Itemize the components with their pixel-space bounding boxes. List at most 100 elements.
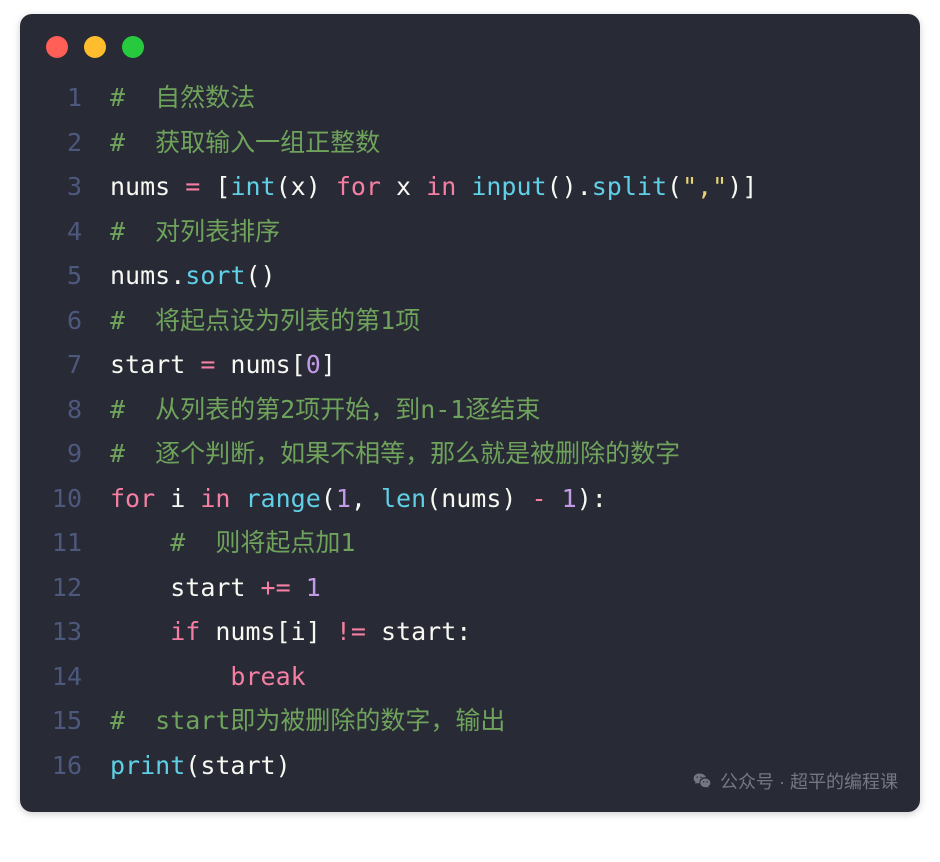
window-close-dot[interactable] bbox=[46, 36, 68, 58]
code-token: for bbox=[110, 484, 155, 513]
code-token: nums bbox=[215, 350, 290, 379]
line-number: 10 bbox=[30, 477, 110, 522]
code-line: 2# 获取输入一组正整数 bbox=[30, 121, 902, 166]
code-token: = bbox=[185, 172, 200, 201]
code-content: for i in range(1, len(nums) - 1): bbox=[110, 477, 607, 522]
line-number: 8 bbox=[30, 388, 110, 433]
code-token: # 对列表排序 bbox=[110, 217, 280, 246]
code-token: ): bbox=[577, 484, 607, 513]
code-content: nums = [int(x) for x in input().split(",… bbox=[110, 165, 757, 210]
code-line: 10for i in range(1, len(nums) - 1): bbox=[30, 477, 902, 522]
code-token: . bbox=[170, 261, 185, 290]
code-token bbox=[547, 484, 562, 513]
code-token bbox=[291, 573, 306, 602]
code-token: 0 bbox=[306, 350, 321, 379]
line-number: 12 bbox=[30, 566, 110, 611]
window-titlebar bbox=[20, 14, 920, 68]
code-token: nums bbox=[200, 617, 275, 646]
code-line: 5nums.sort() bbox=[30, 254, 902, 299]
line-number: 9 bbox=[30, 432, 110, 477]
code-token: x bbox=[381, 172, 426, 201]
code-line: 15# start即为被删除的数字，输出 bbox=[30, 699, 902, 744]
code-content: if nums[i] != start: bbox=[110, 610, 471, 655]
code-token: ( bbox=[667, 172, 682, 201]
line-number: 3 bbox=[30, 165, 110, 210]
code-token: [ bbox=[291, 350, 306, 379]
code-token: if bbox=[170, 617, 200, 646]
code-token: ] bbox=[321, 350, 336, 379]
code-token: nums bbox=[110, 172, 185, 201]
code-token: = bbox=[200, 350, 215, 379]
code-line: 1# 自然数法 bbox=[30, 76, 902, 121]
code-area: 1# 自然数法2# 获取输入一组正整数3nums = [int(x) for x… bbox=[20, 68, 920, 788]
code-token: : bbox=[456, 617, 471, 646]
line-number: 4 bbox=[30, 210, 110, 255]
line-number: 16 bbox=[30, 744, 110, 789]
code-token: ( bbox=[321, 484, 336, 513]
code-content: print(start) bbox=[110, 744, 291, 789]
code-content: start += 1 bbox=[110, 566, 321, 611]
code-token: start bbox=[366, 617, 456, 646]
code-content: start = nums[0] bbox=[110, 343, 336, 388]
code-token bbox=[110, 528, 170, 557]
code-token: for bbox=[336, 172, 381, 201]
code-token: != bbox=[336, 617, 366, 646]
code-line: 13 if nums[i] != start: bbox=[30, 610, 902, 655]
code-content: # start即为被删除的数字，输出 bbox=[110, 699, 505, 744]
code-token: nums bbox=[441, 484, 501, 513]
code-token: nums bbox=[110, 261, 170, 290]
code-token: int bbox=[230, 172, 275, 201]
code-token: i bbox=[155, 484, 200, 513]
code-token: += bbox=[261, 573, 291, 602]
code-token: . bbox=[577, 172, 592, 201]
line-number: 15 bbox=[30, 699, 110, 744]
code-token: in bbox=[426, 172, 456, 201]
code-token: 1 bbox=[562, 484, 577, 513]
code-token: x bbox=[291, 172, 306, 201]
code-token: , bbox=[351, 484, 381, 513]
code-content: # 获取输入一组正整数 bbox=[110, 121, 380, 166]
code-token: # 自然数法 bbox=[110, 83, 255, 112]
code-token: ( bbox=[185, 751, 200, 780]
code-token: ) bbox=[306, 172, 336, 201]
code-token: # start即为被删除的数字，输出 bbox=[110, 706, 505, 735]
code-line: 7start = nums[0] bbox=[30, 343, 902, 388]
code-token: start bbox=[200, 751, 275, 780]
line-number: 2 bbox=[30, 121, 110, 166]
code-token: ( bbox=[426, 484, 441, 513]
code-token: i bbox=[291, 617, 306, 646]
line-number: 11 bbox=[30, 521, 110, 566]
code-token: 1 bbox=[336, 484, 351, 513]
line-number: 13 bbox=[30, 610, 110, 655]
code-token: )] bbox=[727, 172, 757, 201]
code-content: # 对列表排序 bbox=[110, 210, 280, 255]
code-token: start bbox=[110, 350, 200, 379]
code-content: break bbox=[110, 655, 306, 700]
code-token: start bbox=[170, 573, 260, 602]
code-line: 8# 从列表的第2项开始，到n-1逐结束 bbox=[30, 388, 902, 433]
window-minimize-dot[interactable] bbox=[84, 36, 106, 58]
code-line: 3nums = [int(x) for x in input().split("… bbox=[30, 165, 902, 210]
code-token bbox=[516, 484, 531, 513]
code-token bbox=[110, 617, 170, 646]
window-maximize-dot[interactable] bbox=[122, 36, 144, 58]
code-content: # 则将起点加1 bbox=[110, 521, 355, 566]
code-token: ] bbox=[306, 617, 336, 646]
code-line: 14 break bbox=[30, 655, 902, 700]
code-token: # 则将起点加1 bbox=[170, 528, 355, 557]
code-token: [ bbox=[200, 172, 230, 201]
code-token: ( bbox=[276, 172, 291, 201]
line-number: 1 bbox=[30, 76, 110, 121]
code-token: print bbox=[110, 751, 185, 780]
code-token: "," bbox=[682, 172, 727, 201]
code-token bbox=[456, 172, 471, 201]
code-line: 11 # 则将起点加1 bbox=[30, 521, 902, 566]
code-line: 16print(start) bbox=[30, 744, 902, 789]
code-line: 12 start += 1 bbox=[30, 566, 902, 611]
line-number: 14 bbox=[30, 655, 110, 700]
code-editor-window: 1# 自然数法2# 获取输入一组正整数3nums = [int(x) for x… bbox=[20, 14, 920, 812]
code-token: # 逐个判断，如果不相等，那么就是被删除的数字 bbox=[110, 439, 680, 468]
code-token: () bbox=[246, 261, 276, 290]
code-token bbox=[230, 484, 245, 513]
code-token: - bbox=[532, 484, 547, 513]
